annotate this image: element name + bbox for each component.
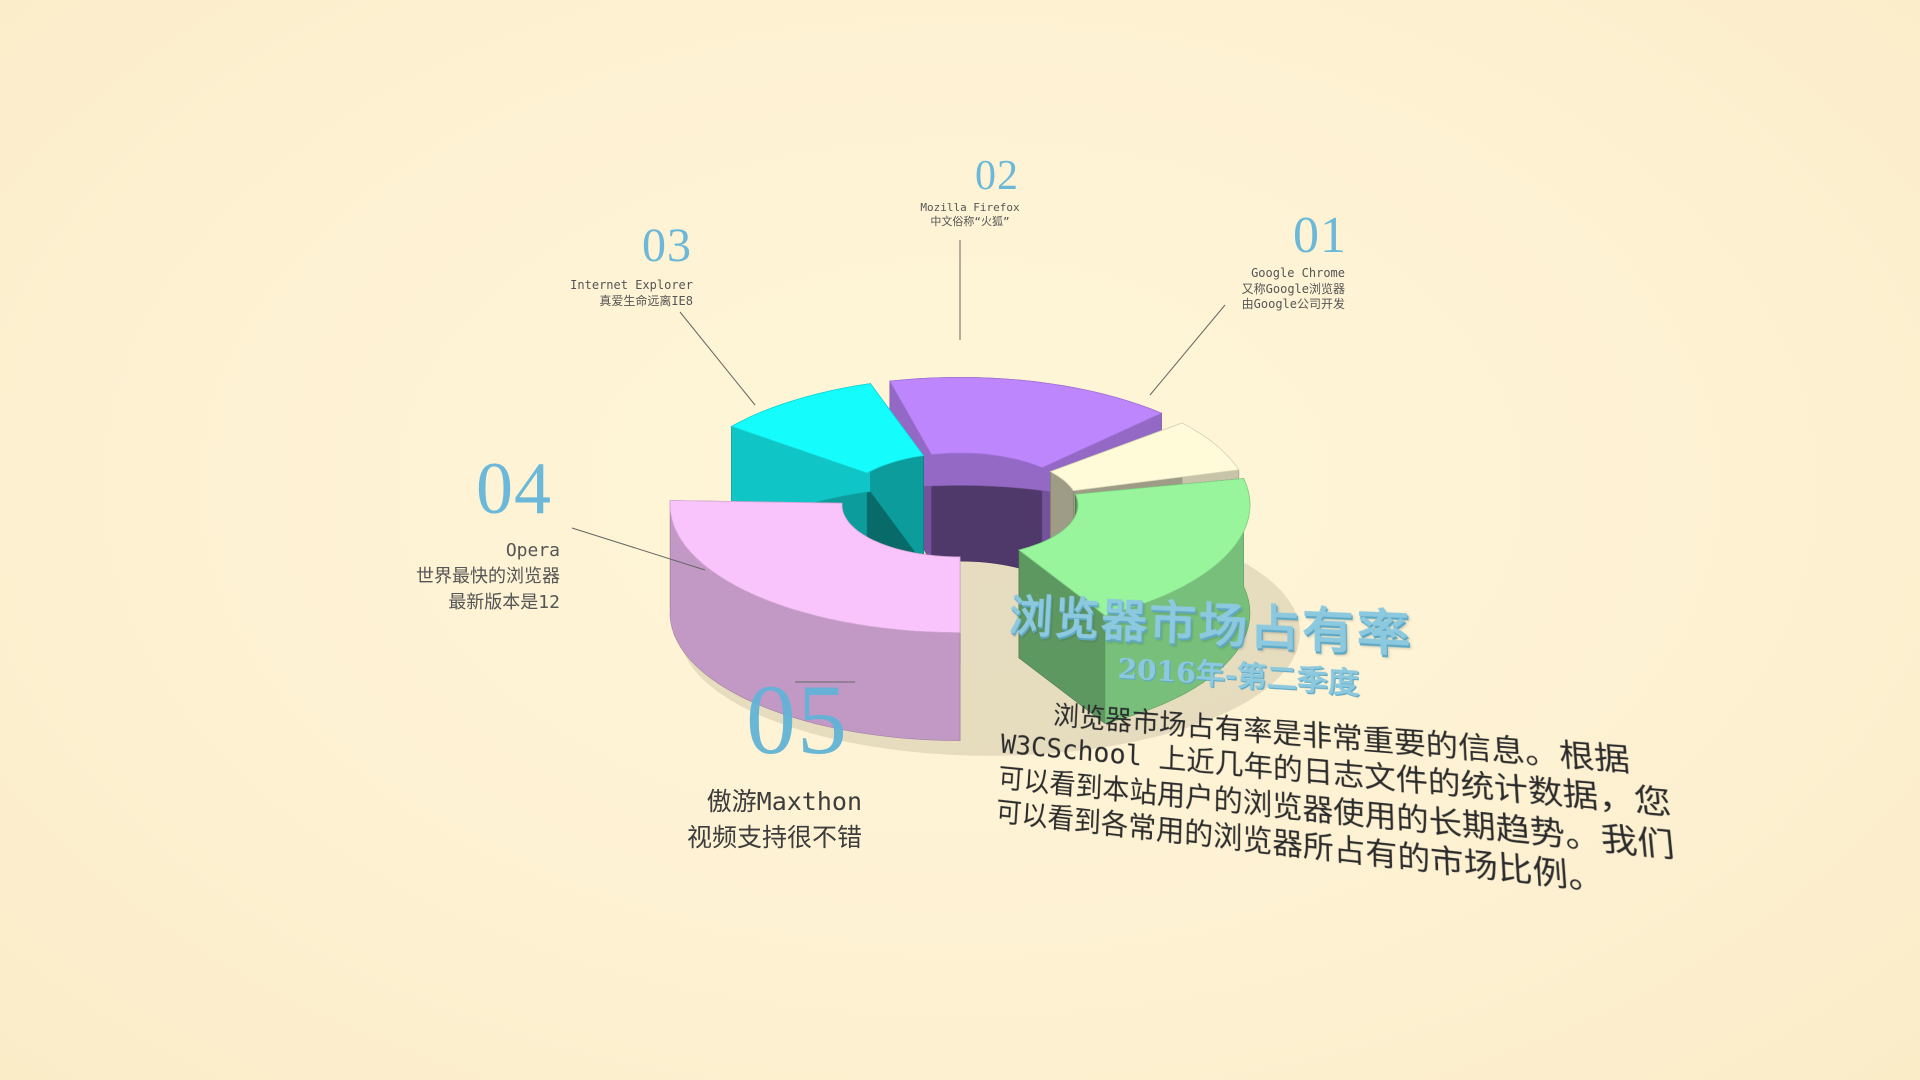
label-ie-line2: 真爱生命远离IE8 — [599, 293, 693, 308]
rank-04: 04 — [476, 448, 552, 530]
label-opera-line3: 最新版本是12 — [448, 592, 560, 614]
label-opera-line2: 世界最快的浏览器 — [416, 566, 560, 588]
donut-chart — [571, 240, 1300, 756]
label-ie: Internet Explorer 真爱生命远离IE8 — [570, 278, 693, 309]
rank-03: 03 — [642, 219, 692, 272]
rank-05: 05 — [746, 664, 848, 775]
label-chrome-line1: Google Chrome — [1251, 266, 1345, 280]
rank-01: 01 — [1293, 207, 1347, 264]
leader-chrome — [1149, 304, 1226, 396]
label-maxthon-line2: 视频支持很不错 — [686, 822, 862, 852]
label-ie-line1: Internet Explorer — [570, 278, 693, 292]
label-firefox-line2: 中文俗称“火狐” — [930, 215, 1010, 229]
label-chrome-line2: 又称Google浏览器 — [1241, 281, 1345, 296]
label-firefox: Mozilla Firefox 中文俗称“火狐” — [900, 201, 1040, 230]
label-opera: Opera 世界最快的浏览器 最新版本是12 — [416, 538, 560, 616]
leader-ie — [679, 311, 756, 406]
rank-02: 02 — [975, 153, 1019, 199]
label-chrome: Google Chrome 又称Google浏览器 由Google公司开发 — [1242, 266, 1345, 313]
label-maxthon-line1: 傲游Maxthon — [706, 787, 862, 816]
label-firefox-line1: Mozilla Firefox — [920, 201, 1020, 214]
label-maxthon: 傲游Maxthon 视频支持很不错 — [687, 784, 862, 855]
label-opera-line1: Opera — [505, 540, 560, 561]
label-chrome-line3: 由Google公司开发 — [1241, 297, 1345, 312]
